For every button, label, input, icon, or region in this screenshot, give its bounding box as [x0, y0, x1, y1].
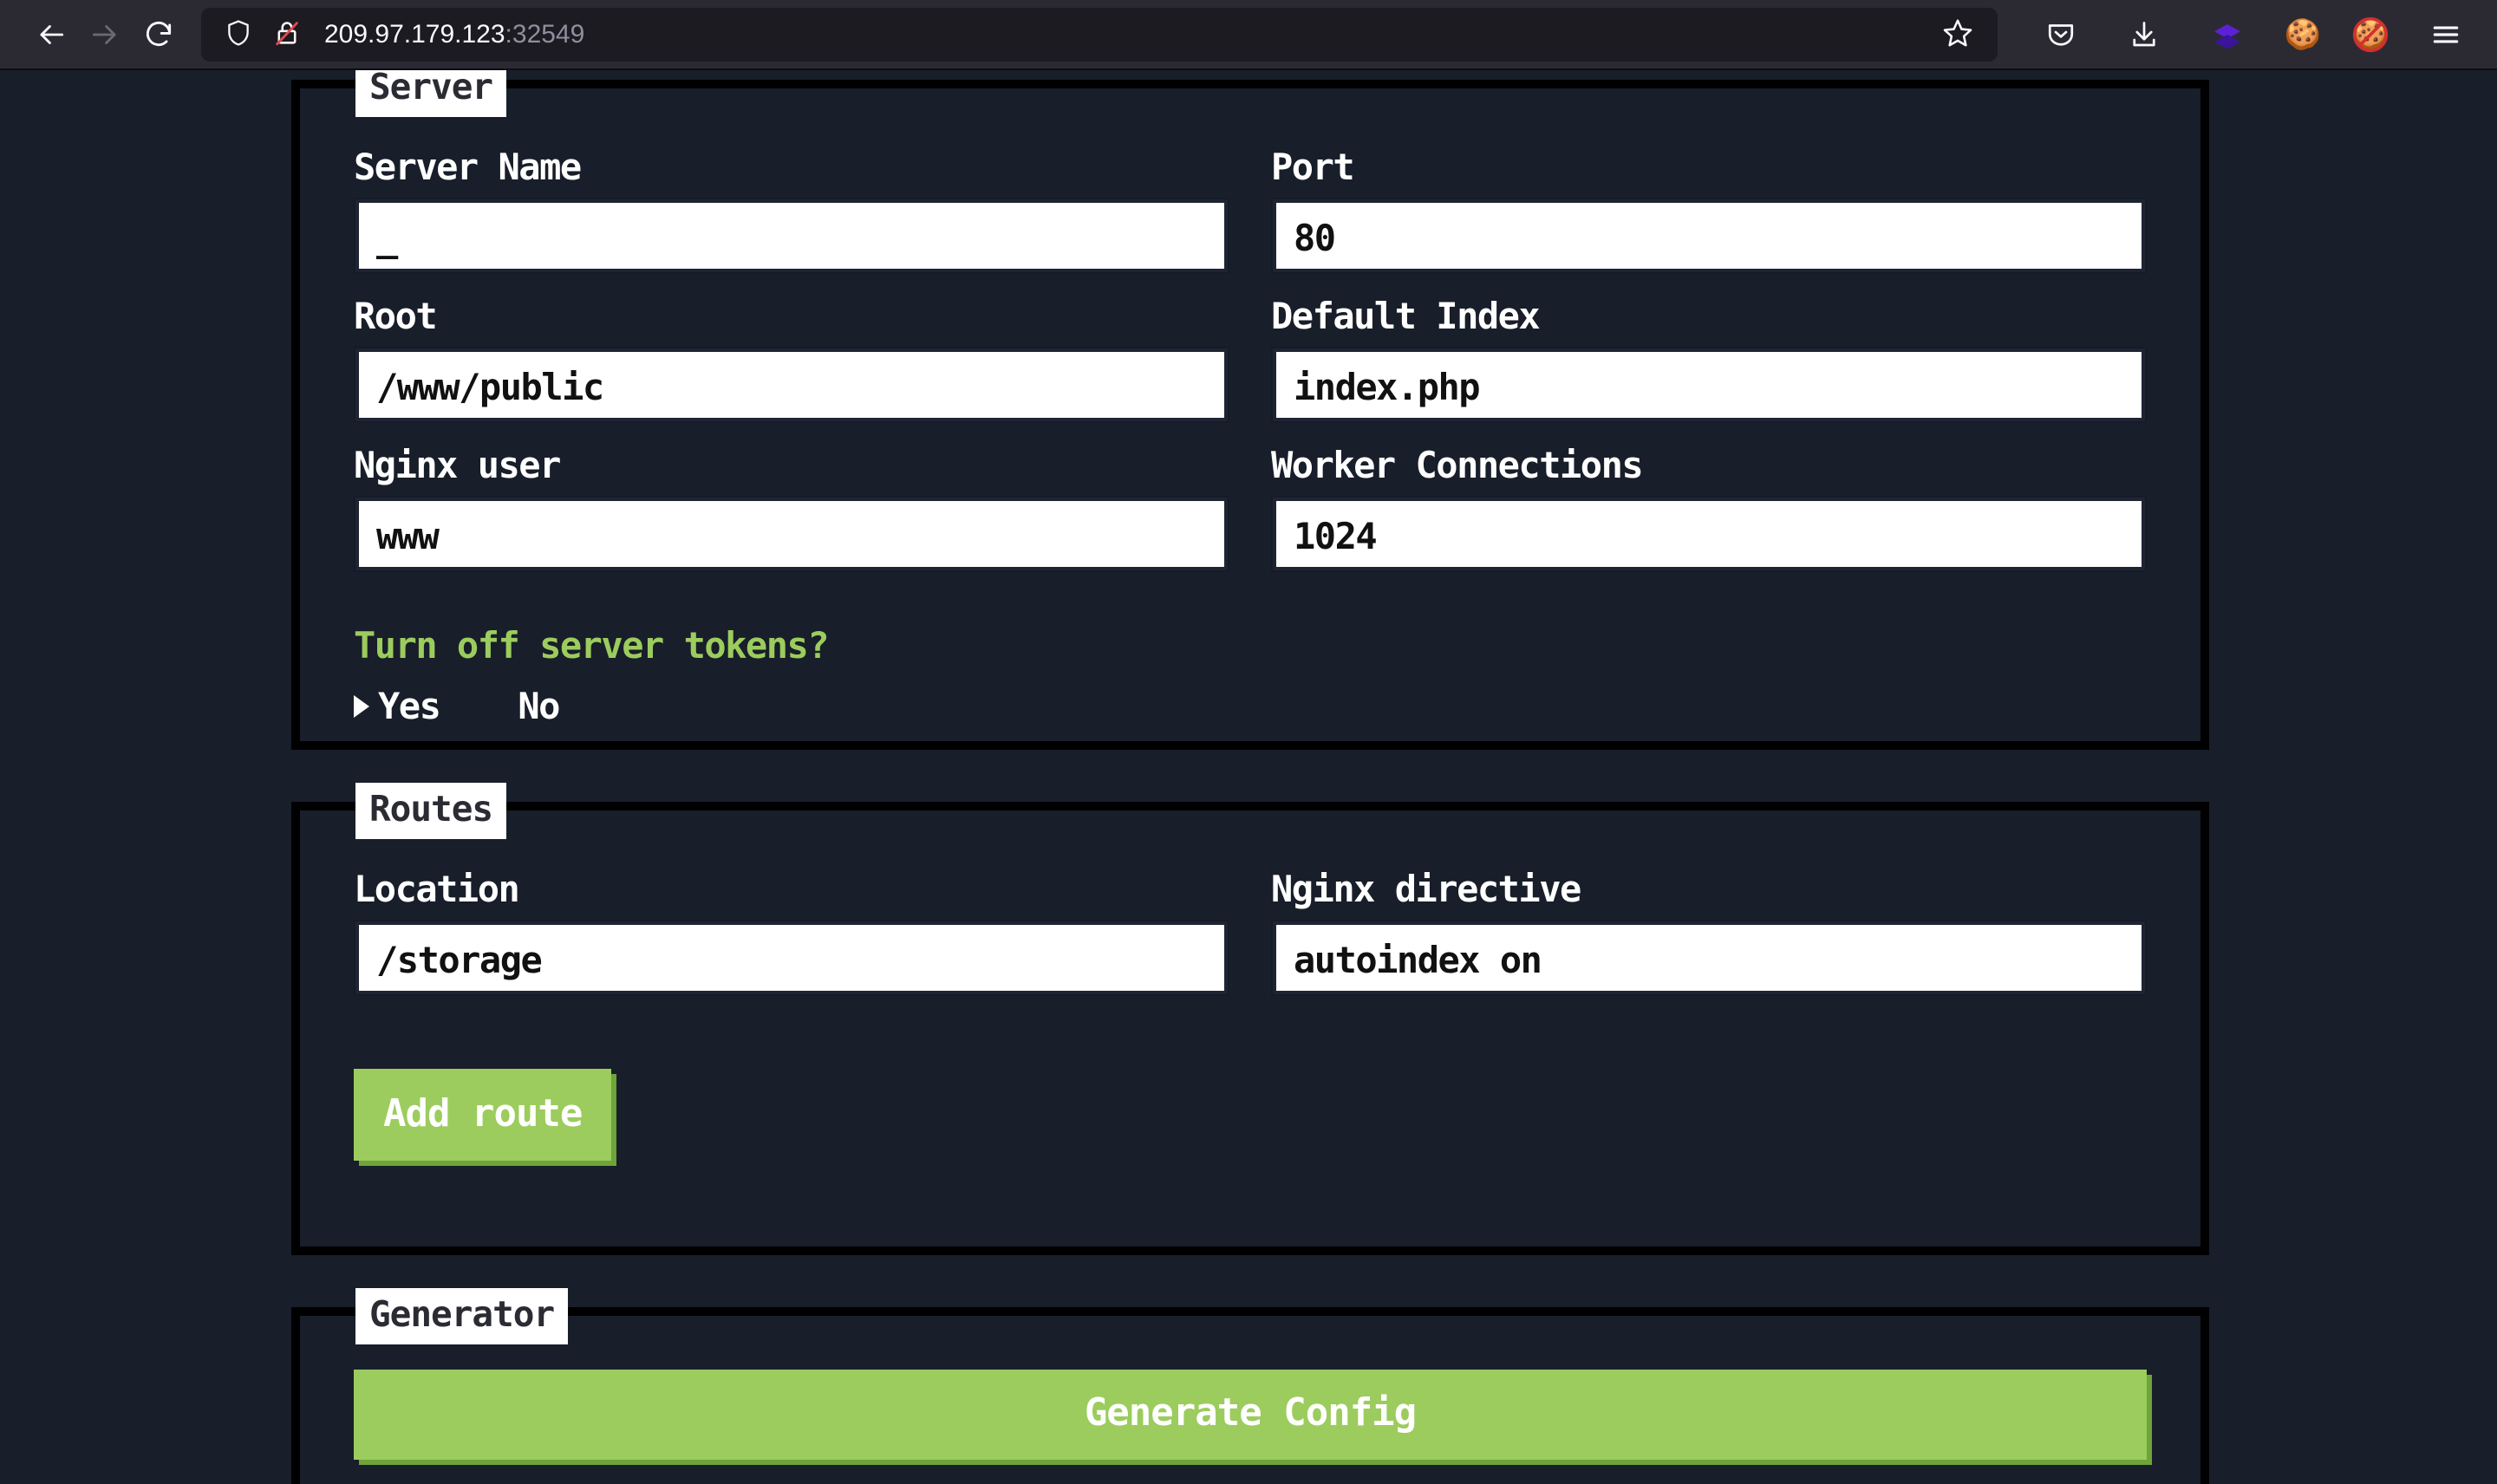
- choice-yes-label: Yes: [378, 685, 441, 727]
- field-worker-connections: Worker Connections 1024: [1271, 437, 2147, 586]
- extension-cookie-blocked-button[interactable]: 🍪: [2351, 16, 2389, 54]
- server-name-input[interactable]: _: [359, 203, 1224, 269]
- label-location: Location: [354, 868, 520, 910]
- field-nginx-user: Nginx user www: [354, 437, 1229, 586]
- nginx-directive-input[interactable]: autoindex on: [1276, 925, 2142, 991]
- choice-yes[interactable]: Yes: [354, 685, 441, 727]
- page-content: Server Server Name _ Port 80 Root /www/p…: [0, 70, 2497, 1484]
- url-bar[interactable]: 209.97.179.123:32549: [201, 7, 1998, 62]
- url-text[interactable]: 209.97.179.123:32549: [324, 20, 1937, 49]
- field-default-index: Default Index index.php: [1271, 288, 2147, 437]
- generator-panel-legend: Generator: [355, 1288, 569, 1344]
- input-shell-location: /storage: [354, 920, 1229, 996]
- lock-slash-icon[interactable]: [272, 18, 302, 51]
- routes-panel: Routes Location /storage Nginx directive…: [291, 783, 2209, 1255]
- forward-button[interactable]: [78, 8, 132, 62]
- generate-config-button[interactable]: Generate Config: [354, 1370, 2147, 1460]
- default-index-input[interactable]: index.php: [1276, 352, 2142, 418]
- app-menu-button[interactable]: [2419, 8, 2473, 62]
- label-default-index: Default Index: [1271, 295, 1541, 337]
- input-shell-nginx-directive: autoindex on: [1271, 920, 2147, 996]
- download-icon: [2129, 19, 2160, 50]
- ban-icon: [2352, 16, 2389, 52]
- purple-layers-icon: [2212, 19, 2243, 50]
- input-shell-default-index: index.php: [1271, 347, 2147, 423]
- field-nginx-directive: Nginx directive autoindex on: [1271, 861, 2147, 1010]
- routes-panel-legend: Routes: [355, 783, 507, 839]
- field-location: Location /storage: [354, 861, 1229, 1010]
- url-port: :32549: [505, 19, 585, 49]
- server-tokens-prompt: Turn off server tokens?: [354, 624, 830, 667]
- back-button[interactable]: [24, 8, 78, 62]
- worker-connections-input[interactable]: 1024: [1276, 501, 2142, 567]
- server-fields-grid: Server Name _ Port 80 Root /www/public D…: [354, 139, 2147, 586]
- downloads-button[interactable]: [2117, 8, 2171, 62]
- choice-no[interactable]: No: [493, 685, 560, 727]
- input-shell-server-name: _: [354, 198, 1229, 274]
- server-tokens-choices: Yes No: [354, 685, 560, 727]
- hamburger-menu-icon: [2429, 18, 2462, 51]
- field-server-name: Server Name _: [354, 139, 1229, 288]
- url-host: 209.97.179.123: [324, 19, 505, 49]
- port-input[interactable]: 80: [1276, 203, 2142, 269]
- field-port: Port 80: [1271, 139, 2147, 288]
- shield-icon[interactable]: [224, 18, 253, 51]
- browser-toolbar: 209.97.179.123:32549 🍪: [0, 0, 2497, 70]
- label-port: Port: [1271, 146, 1355, 188]
- input-shell-root: /www/public: [354, 347, 1229, 423]
- cookie-icon: 🍪: [2284, 16, 2322, 52]
- forward-arrow-icon: [88, 18, 121, 51]
- bookmark-button[interactable]: [1937, 14, 1979, 55]
- pocket-button[interactable]: [2034, 8, 2088, 62]
- generator-panel: Generator Generate Config: [291, 1288, 2209, 1484]
- selection-cursor-icon: [354, 695, 369, 718]
- label-root: Root: [354, 295, 438, 337]
- nginx-user-input[interactable]: www: [359, 501, 1224, 567]
- routes-fields-grid: Location /storage Nginx directive autoin…: [354, 861, 2147, 1010]
- label-worker-connections: Worker Connections: [1271, 444, 1644, 486]
- reload-button[interactable]: [132, 8, 186, 62]
- star-icon: [1941, 16, 1974, 53]
- extension-cookie-button[interactable]: 🍪: [2284, 16, 2322, 54]
- field-root: Root /www/public: [354, 288, 1229, 437]
- input-shell-port: 80: [1271, 198, 2147, 274]
- label-server-name: Server Name: [354, 146, 582, 188]
- extension-layers-button[interactable]: [2200, 8, 2254, 62]
- server-panel-legend: Server: [355, 70, 507, 117]
- add-route-button[interactable]: Add route: [354, 1069, 612, 1161]
- root-input[interactable]: /www/public: [359, 352, 1224, 418]
- reload-icon: [142, 18, 175, 51]
- pocket-icon: [2045, 19, 2076, 50]
- label-nginx-user: Nginx user: [354, 444, 561, 486]
- back-arrow-icon: [35, 18, 68, 51]
- choice-no-label: No: [518, 685, 560, 727]
- label-nginx-directive: Nginx directive: [1271, 868, 1581, 910]
- input-shell-worker-connections: 1024: [1271, 496, 2147, 572]
- input-shell-nginx-user: www: [354, 496, 1229, 572]
- location-input[interactable]: /storage: [359, 925, 1224, 991]
- server-panel: Server Server Name _ Port 80 Root /www/p…: [291, 70, 2209, 750]
